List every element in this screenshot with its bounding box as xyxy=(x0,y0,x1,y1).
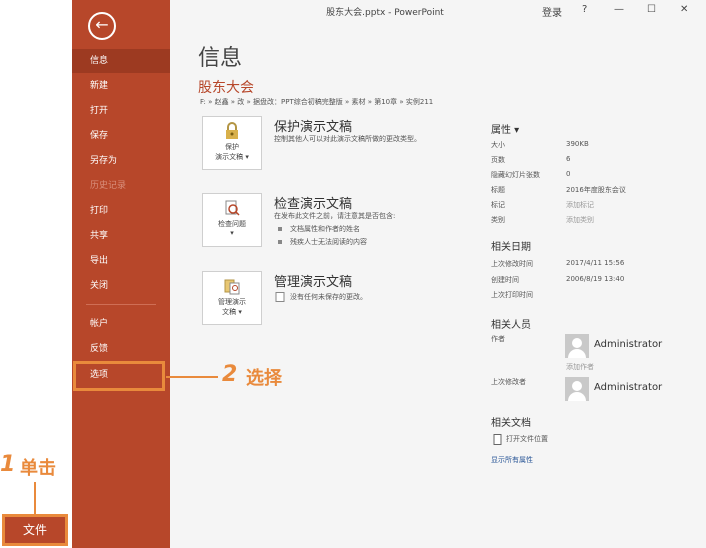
author-name[interactable]: Administrator xyxy=(594,339,662,350)
author-label: 作者 xyxy=(491,335,505,343)
last-modified-by-name[interactable]: Administrator xyxy=(594,382,662,393)
minimize-icon[interactable]: — xyxy=(614,4,624,15)
protect-title: 保护演示文稿 xyxy=(274,120,353,135)
manage-title: 管理演示文稿 xyxy=(274,275,353,290)
inspect-bullet-1: 文档属性和作者的姓名 xyxy=(278,224,360,234)
last-modified-by-label: 上次修改者 xyxy=(491,378,526,386)
protect-button-label-2: 演示文稿 ▾ xyxy=(215,153,249,161)
manage-description: 没有任何未保存的更改。 xyxy=(290,293,367,301)
inspect-document-icon xyxy=(225,200,240,216)
add-author-link[interactable]: 添加作者 xyxy=(566,362,594,372)
maximize-icon[interactable]: ☐ xyxy=(647,4,656,15)
step2-number: 2 xyxy=(222,362,238,387)
properties-heading[interactable]: 属性 ▾ xyxy=(491,121,519,136)
protect-button-label-1: 保护 xyxy=(225,143,239,151)
prop-tags-value[interactable]: 添加标记 xyxy=(566,200,594,210)
nav-print[interactable]: 打印 xyxy=(72,199,170,223)
step2-connector-line xyxy=(166,376,218,378)
step1-label: 单击 xyxy=(20,458,56,479)
help-icon[interactable]: ? xyxy=(582,4,587,15)
nav-feedback[interactable]: 反馈 xyxy=(72,337,170,361)
prop-pages-value: 6 xyxy=(566,155,571,163)
prop-size-label: 大小 xyxy=(491,141,505,149)
inspect-bullet-2: 残疾人士无法阅读的内容 xyxy=(278,237,367,247)
lock-icon xyxy=(226,122,238,139)
manage-button-label-1: 管理演示 xyxy=(218,298,246,306)
nav-save-as[interactable]: 另存为 xyxy=(72,149,170,173)
check-issues-button[interactable]: 检查问题 ▾ xyxy=(202,193,262,247)
sidebar-divider xyxy=(86,304,156,305)
nav-export[interactable]: 导出 xyxy=(72,249,170,273)
inspect-title: 检查演示文稿 xyxy=(274,197,353,212)
nav-open[interactable]: 打开 xyxy=(72,99,170,123)
nav-history: 历史记录 xyxy=(90,181,127,191)
manage-document-icon xyxy=(224,279,240,295)
prop-pages-label: 页数 xyxy=(491,156,505,164)
protect-description: 控制其他人可以对此演示文稿所做的更改类型。 xyxy=(274,135,421,143)
step2-label: 选择 xyxy=(246,368,282,389)
open-file-location-link[interactable]: 打开文件位置 xyxy=(506,434,548,444)
nav-share[interactable]: 共享 xyxy=(72,224,170,248)
created-label: 创建时间 xyxy=(491,276,519,284)
nav-account[interactable]: 帐户 xyxy=(72,312,170,336)
author-avatar xyxy=(565,334,589,358)
prop-tags-label: 标记 xyxy=(491,201,505,209)
close-icon[interactable]: ✕ xyxy=(680,4,688,15)
prop-title-label: 标题 xyxy=(491,186,505,194)
prop-hidden-slides-label: 隐藏幻灯片张数 xyxy=(491,171,540,179)
last-modified-label: 上次修改时间 xyxy=(491,260,533,268)
last-modified-value: 2017/4/11 15:56 xyxy=(566,259,625,267)
options-highlight-box xyxy=(73,361,165,391)
step1-number: 1 xyxy=(0,452,16,477)
step1-connector-line xyxy=(34,482,36,514)
nav-close[interactable]: 关闭 xyxy=(72,274,170,298)
nav-save[interactable]: 保存 xyxy=(72,124,170,148)
related-dates-heading: 相关日期 xyxy=(491,242,531,253)
login-link[interactable]: 登录 xyxy=(542,4,562,19)
manage-button-label-2: 文稿 ▾ xyxy=(222,308,242,316)
prop-hidden-slides-value: 0 xyxy=(566,170,571,178)
document-small-icon xyxy=(275,292,285,302)
title-bar: 股东大会.pptx - PowerPoint 登录 ? — ☐ ✕ xyxy=(170,0,706,22)
document-path[interactable]: F: » 赵鑫 » 改 » 据盘改：PPT综合初稿完整版 » 素材 » 第10章… xyxy=(200,97,433,107)
related-documents-heading: 相关文档 xyxy=(491,418,531,429)
window-title: 股东大会.pptx - PowerPoint xyxy=(326,8,444,18)
prop-category-value[interactable]: 添加类别 xyxy=(566,215,594,225)
check-issues-arrow: ▾ xyxy=(230,229,234,237)
manage-presentation-button[interactable]: 管理演示 文稿 ▾ xyxy=(202,271,262,325)
prop-category-label: 类别 xyxy=(491,216,505,224)
nav-info[interactable]: 信息 xyxy=(72,49,170,73)
folder-document-icon xyxy=(493,434,502,445)
page-title: 信息 xyxy=(198,46,243,71)
prop-size-value: 390KB xyxy=(566,140,589,148)
check-issues-label: 检查问题 xyxy=(218,220,246,228)
back-arrow-icon[interactable]: ← xyxy=(88,12,116,40)
inspect-description: 在发布此文件之前，请注意其是否包含: xyxy=(274,212,396,220)
document-name: 股东大会 xyxy=(198,80,254,96)
nav-new[interactable]: 新建 xyxy=(72,74,170,98)
protect-presentation-button[interactable]: 保护 演示文稿 ▾ xyxy=(202,116,262,170)
last-modified-by-avatar xyxy=(565,377,589,401)
file-tab-button[interactable]: 文件 xyxy=(2,514,68,546)
show-all-properties-link[interactable]: 显示所有属性 xyxy=(491,455,533,465)
last-printed-label: 上次打印时间 xyxy=(491,291,533,299)
related-people-heading: 相关人员 xyxy=(491,320,531,331)
prop-title-value[interactable]: 2016年度股东会议 xyxy=(566,185,626,195)
created-value: 2006/8/19 13:40 xyxy=(566,275,625,283)
